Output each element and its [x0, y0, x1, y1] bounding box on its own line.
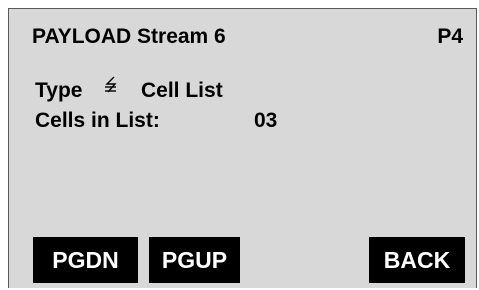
- page-up-button[interactable]: PGUP: [149, 237, 240, 283]
- cells-in-list-label: Cells in List:: [35, 109, 160, 132]
- page-indicator: P4: [437, 25, 463, 48]
- screen-title: PAYLOAD Stream 6: [32, 25, 226, 48]
- lcd-screen: PAYLOAD Stream 6 P4 Type Cell List Cells…: [8, 8, 477, 288]
- type-label: Type: [35, 79, 83, 102]
- back-button[interactable]: BACK: [369, 237, 465, 283]
- double-arrow-up-down-icon[interactable]: [104, 75, 118, 101]
- page-down-button[interactable]: PGDN: [33, 237, 138, 283]
- type-value: Cell List: [141, 79, 223, 102]
- cells-in-list-value: 03: [254, 109, 278, 132]
